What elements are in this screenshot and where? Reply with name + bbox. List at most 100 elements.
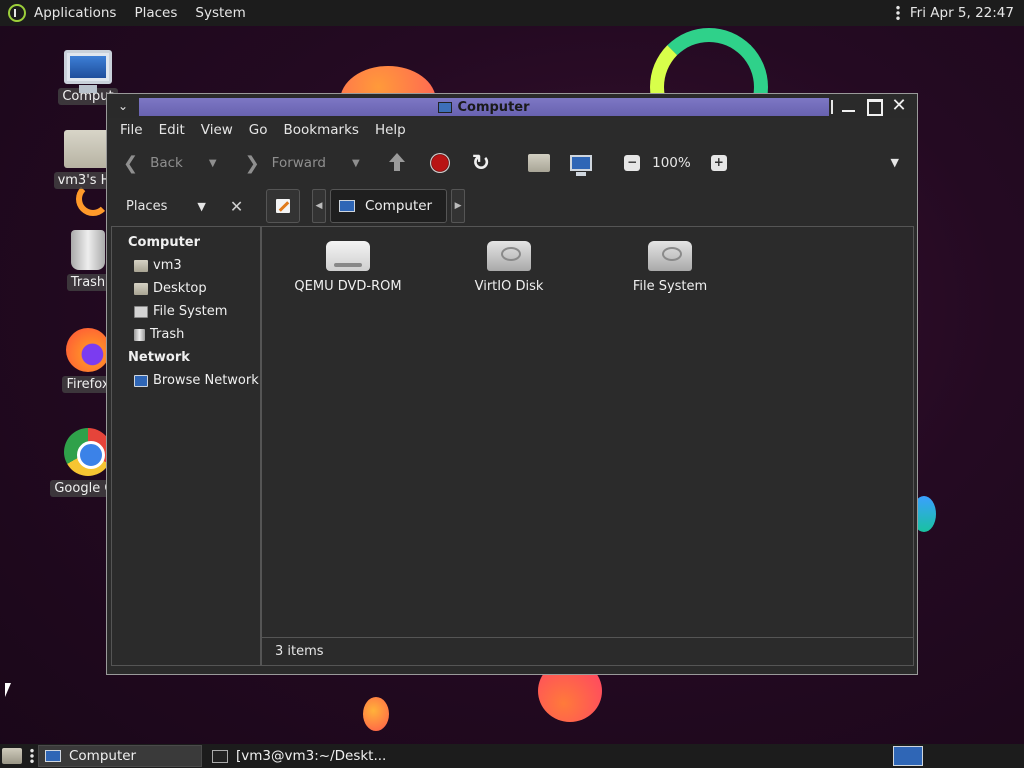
wallpaper-shape xyxy=(363,697,389,731)
computer-icon xyxy=(438,101,453,113)
bottom-panel: Computer [vm3@vm3:~/Deskt... xyxy=(0,744,1024,768)
filesystem-icon xyxy=(134,305,148,318)
up-arrow-icon[interactable] xyxy=(386,152,408,174)
pathbar-scroll-left-icon[interactable]: ◀ xyxy=(312,189,326,223)
sidebar-item-label: vm3 xyxy=(153,258,182,273)
toolbar: ❮ Back ▼ ❯ Forward ▼ ↻ − 100% + ▼ xyxy=(107,142,917,184)
sidebar-item-label: Desktop xyxy=(153,281,207,296)
firefox-icon xyxy=(66,328,110,372)
sidebar-item-trash[interactable]: Trash xyxy=(112,323,260,346)
back-label: Back xyxy=(150,155,183,171)
maximize-button[interactable] xyxy=(864,96,884,116)
menu-places[interactable]: Places xyxy=(134,5,177,21)
menu-help[interactable]: Help xyxy=(375,122,406,138)
menubar: File Edit View Go Bookmarks Help xyxy=(107,118,917,142)
back-button[interactable]: ❮ Back xyxy=(123,153,183,174)
menu-applications[interactable]: Applications xyxy=(34,5,116,21)
home-icon xyxy=(134,259,148,272)
taskbar-item-terminal[interactable]: [vm3@vm3:~/Deskt... xyxy=(206,745,416,767)
sidebar-close-icon[interactable]: ✕ xyxy=(230,197,243,216)
window-titlebar[interactable]: ⌄ Computer ✕ xyxy=(107,94,917,118)
file-item-label: QEMU DVD-ROM xyxy=(294,279,402,294)
forward-arrow-icon: ❯ xyxy=(244,152,260,174)
breadcrumb-computer[interactable]: Computer xyxy=(330,189,448,223)
file-item-qemu-dvd-rom[interactable]: QEMU DVD-ROM xyxy=(283,241,413,294)
pathbar-scroll-right-icon[interactable]: ▶ xyxy=(451,189,466,223)
panel-handle-icon[interactable] xyxy=(30,748,34,764)
toggle-location-button[interactable] xyxy=(266,189,300,223)
file-item-virtio-disk[interactable]: VirtIO Disk xyxy=(444,241,574,294)
show-desktop-icon[interactable] xyxy=(2,748,22,764)
menu-bookmarks[interactable]: Bookmarks xyxy=(284,122,359,138)
close-button[interactable]: ✕ xyxy=(889,96,909,116)
breadcrumb-label: Computer xyxy=(365,198,433,214)
panel-handle-icon[interactable] xyxy=(895,5,900,21)
file-manager-window: ⌄ Computer ✕ File Edit View Go Bookmarks… xyxy=(106,93,918,675)
trash-icon xyxy=(71,230,105,270)
window-content: Places ▼ ✕ ◀ Computer ▶ Computer vm3 Des… xyxy=(111,186,914,672)
mouse-cursor-icon xyxy=(5,683,11,697)
workspace-switcher[interactable] xyxy=(893,746,923,766)
forward-history-dropdown-icon[interactable]: ▼ xyxy=(352,158,360,169)
home-folder-icon[interactable] xyxy=(528,154,551,172)
places-sidebar: Computer vm3 Desktop File System Trash N… xyxy=(111,226,261,666)
desktop-icon-label: Trash xyxy=(66,274,110,291)
taskbar-item-label: [vm3@vm3:~/Deskt... xyxy=(236,748,387,764)
window-menu-chevron-icon[interactable]: ⌄ xyxy=(107,99,139,113)
hard-disk-icon xyxy=(648,241,692,271)
terminal-icon xyxy=(212,749,228,763)
zoom-out-icon[interactable]: − xyxy=(624,155,641,171)
file-item-file-system[interactable]: File System xyxy=(605,241,735,294)
top-panel-right: Fri Apr 5, 22:47 xyxy=(895,0,1024,26)
chrome-icon xyxy=(64,428,112,476)
computer-icon xyxy=(339,200,355,212)
back-history-dropdown-icon[interactable]: ▼ xyxy=(209,158,217,169)
menu-file[interactable]: File xyxy=(120,122,143,138)
sidebar-header: Places ▼ ✕ xyxy=(111,186,261,226)
computer-icon xyxy=(64,50,112,93)
sidebar-section-network: Network xyxy=(128,350,190,365)
computer-icon xyxy=(45,750,61,762)
sidebar-item-browse-network[interactable]: Browse Network xyxy=(112,369,260,392)
menu-view[interactable]: View xyxy=(201,122,233,138)
statusbar: 3 items xyxy=(261,638,914,666)
status-text: 3 items xyxy=(275,644,324,659)
sidebar-item-desktop[interactable]: Desktop xyxy=(112,277,260,300)
home-folder-icon xyxy=(64,130,112,168)
minimize-button[interactable] xyxy=(839,96,859,116)
icon-view[interactable]: QEMU DVD-ROM VirtIO Disk File System xyxy=(261,226,914,638)
forward-label: Forward xyxy=(271,155,326,171)
clock[interactable]: Fri Apr 5, 22:47 xyxy=(910,5,1014,21)
pathbar: ◀ Computer ▶ xyxy=(261,186,914,226)
menu-edit[interactable]: Edit xyxy=(159,122,185,138)
sidebar-item-label: Browse Network xyxy=(153,373,259,388)
desktop-icon xyxy=(134,282,148,295)
hard-disk-icon xyxy=(487,241,531,271)
computer-icon[interactable] xyxy=(570,155,593,176)
zoom-in-icon[interactable]: + xyxy=(710,155,727,171)
file-item-label: File System xyxy=(632,279,708,294)
forward-button[interactable]: ❯ Forward xyxy=(245,153,326,174)
optical-drive-icon xyxy=(326,241,370,271)
toolbar-overflow-chevron-icon[interactable]: ▼ xyxy=(891,156,899,169)
stop-icon[interactable] xyxy=(429,153,450,173)
top-panel: Applications Places System Fri Apr 5, 22… xyxy=(0,0,1024,26)
sidebar-item-vm3[interactable]: vm3 xyxy=(112,254,260,277)
sidebar-item-label: File System xyxy=(153,304,228,319)
taskbar-item-label: Computer xyxy=(69,748,137,764)
menu-system[interactable]: System xyxy=(195,5,245,21)
window-title-area[interactable]: Computer xyxy=(139,98,829,116)
taskbar-item-computer[interactable]: Computer xyxy=(38,745,202,767)
sidebar-mode-label[interactable]: Places xyxy=(126,199,167,214)
sidebar-section-computer: Computer xyxy=(128,235,201,250)
reload-icon[interactable]: ↻ xyxy=(472,151,490,176)
distro-logo-icon[interactable] xyxy=(8,4,26,22)
edit-location-icon xyxy=(276,199,290,213)
sidebar-mode-dropdown-icon[interactable]: ▼ xyxy=(197,200,205,213)
menu-go[interactable]: Go xyxy=(249,122,268,138)
sidebar-item-filesystem[interactable]: File System xyxy=(112,300,260,323)
title-separator xyxy=(831,100,833,114)
sidebar-item-label: Trash xyxy=(150,327,185,342)
zoom-level[interactable]: 100% xyxy=(652,155,691,171)
window-title: Computer xyxy=(457,99,530,115)
